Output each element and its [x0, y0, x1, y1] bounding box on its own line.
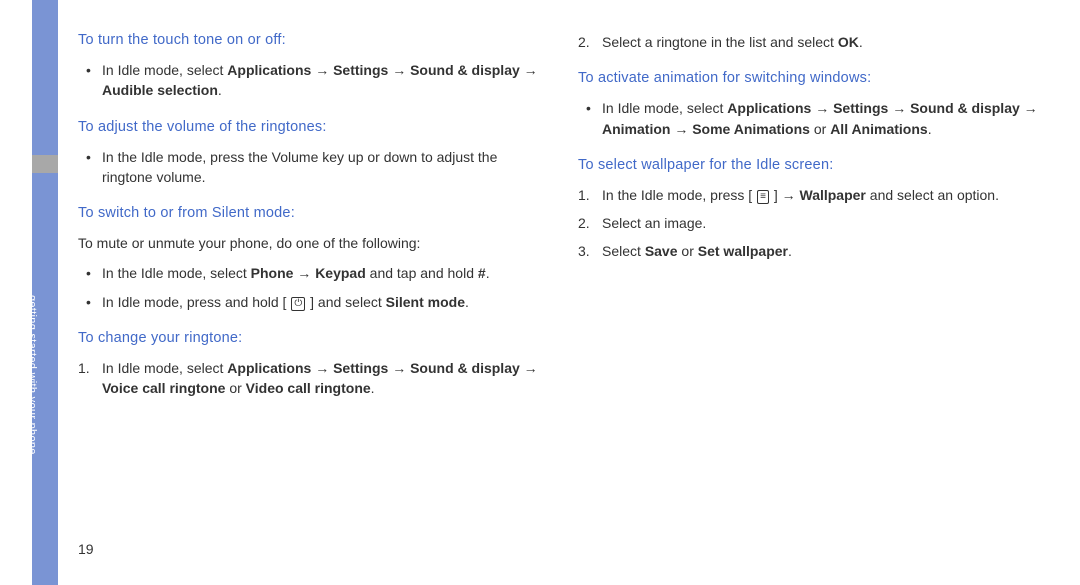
- sidebar-gray-tab: [32, 155, 58, 173]
- text: .: [486, 265, 490, 281]
- list-item: In the Idle mode, select Phone → Keypad …: [78, 263, 538, 283]
- text: In Idle mode, press and hold [: [102, 294, 290, 310]
- page-content: To turn the touch tone on or off: In Idl…: [78, 32, 1058, 417]
- text: In Idle mode, select: [102, 360, 227, 376]
- text: .: [788, 243, 792, 259]
- path-bold: All Animations: [830, 121, 928, 137]
- heading-silent: To switch to or from Silent mode:: [78, 205, 538, 221]
- text: .: [928, 121, 932, 137]
- list-wallpaper: In the Idle mode, press [ ≡ ] → Wallpape…: [578, 185, 1038, 262]
- hash-bold: #: [478, 265, 486, 281]
- text: .: [465, 294, 469, 310]
- text: or: [225, 380, 245, 396]
- text: In Idle mode, select: [102, 62, 227, 78]
- text: In the Idle mode, select: [102, 265, 251, 281]
- text: or: [678, 243, 698, 259]
- list-item: In the Idle mode, press the Volume key u…: [78, 147, 538, 188]
- list-volume: In the Idle mode, press the Volume key u…: [78, 147, 538, 188]
- sidebar-section-label: getting started with your phone: [26, 295, 38, 455]
- text: .: [859, 34, 863, 50]
- text: Select: [602, 243, 645, 259]
- list-item: In Idle mode, select Applications → Sett…: [578, 98, 1038, 139]
- wallpaper-bold: Wallpaper: [800, 187, 866, 203]
- text: ] and select: [306, 294, 385, 310]
- list-item: Select a ringtone in the list and select…: [578, 32, 1038, 52]
- list-item: Select Save or Set wallpaper.: [578, 241, 1038, 261]
- list-silent: In the Idle mode, select Phone → Keypad …: [78, 263, 538, 312]
- list-item: In Idle mode, press and hold [ ⏻ ] and s…: [78, 292, 538, 312]
- text: In Idle mode, select: [602, 100, 727, 116]
- menu-icon: ≡: [757, 190, 769, 204]
- text: Select a ringtone in the list and select: [602, 34, 838, 50]
- heading-animation: To activate animation for switching wind…: [578, 70, 1038, 86]
- right-column: Select a ringtone in the list and select…: [578, 32, 1038, 417]
- list-ringtone: In Idle mode, select Applications → Sett…: [78, 358, 538, 399]
- path-bold: Video call ringtone: [246, 380, 371, 396]
- silent-intro: To mute or unmute your phone, do one of …: [78, 233, 538, 253]
- heading-ringtone: To change your ringtone:: [78, 330, 538, 346]
- text: and tap and hold: [366, 265, 478, 281]
- left-column: To turn the touch tone on or off: In Idl…: [78, 32, 538, 417]
- ok-bold: OK: [838, 34, 859, 50]
- path-bold: Phone → Keypad: [251, 265, 366, 281]
- heading-wallpaper: To select wallpaper for the Idle screen:: [578, 157, 1038, 173]
- heading-volume: To adjust the volume of the ringtones:: [78, 119, 538, 135]
- page-number: 19: [78, 541, 94, 557]
- list-item: In Idle mode, select Applications → Sett…: [78, 358, 538, 399]
- list-ringtone-cont: Select a ringtone in the list and select…: [578, 32, 1038, 52]
- text: .: [218, 82, 222, 98]
- text: In the Idle mode, press [: [602, 187, 756, 203]
- list-item: In Idle mode, select Applications → Sett…: [78, 60, 538, 101]
- text: or: [810, 121, 830, 137]
- text: and select an option.: [866, 187, 999, 203]
- list-animation: In Idle mode, select Applications → Sett…: [578, 98, 1038, 139]
- set-bold: Set wallpaper: [698, 243, 788, 259]
- sidebar-blue-bar: [32, 0, 58, 585]
- text: .: [371, 380, 375, 396]
- power-icon: ⏻: [291, 297, 305, 311]
- path-bold: Silent mode: [386, 294, 465, 310]
- list-item: In the Idle mode, press [ ≡ ] → Wallpape…: [578, 185, 1038, 205]
- save-bold: Save: [645, 243, 678, 259]
- list-touch-tone: In Idle mode, select Applications → Sett…: [78, 60, 538, 101]
- list-item: Select an image.: [578, 213, 1038, 233]
- text: ] →: [770, 187, 800, 203]
- heading-touch-tone: To turn the touch tone on or off:: [78, 32, 538, 48]
